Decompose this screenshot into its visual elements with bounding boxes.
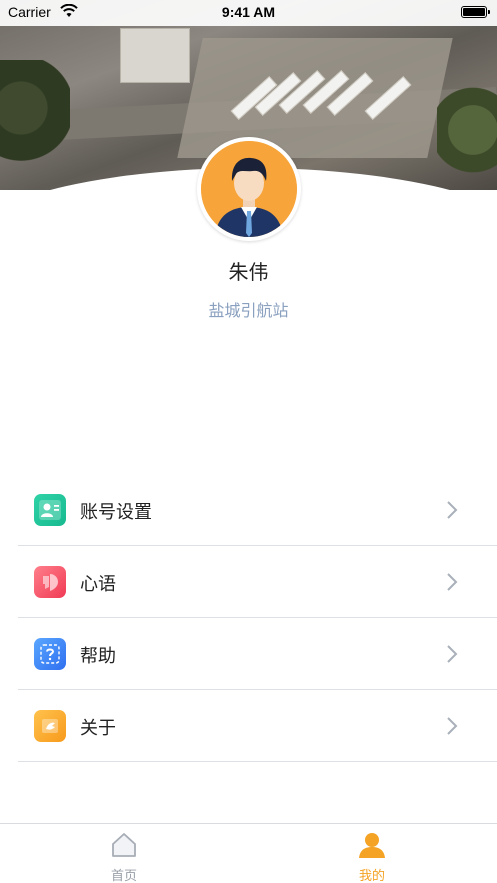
chevron-right-icon — [447, 501, 458, 519]
heart-message-icon — [34, 566, 66, 598]
tab-home[interactable]: 首页 — [0, 824, 248, 883]
status-time: 9:41 AM — [221, 4, 276, 20]
status-bar: Carrier 9:41 AM — [0, 0, 497, 26]
menu-item-about[interactable]: 关于 — [18, 690, 497, 762]
menu-item-account-settings[interactable]: 账号设置 — [18, 474, 497, 546]
tab-home-label: 首页 — [110, 869, 137, 883]
home-icon — [112, 833, 136, 857]
chevron-right-icon — [447, 717, 458, 735]
menu-label-about: 关于 — [80, 718, 116, 739]
menu-item-heart-words[interactable]: 心语 — [18, 546, 497, 618]
chevron-right-icon — [447, 573, 458, 591]
menu-label-account-settings: 账号设置 — [80, 502, 152, 523]
menu-item-help[interactable]: 帮助 — [18, 618, 497, 690]
user-profile-icon — [359, 833, 385, 858]
user-name: 朱伟 — [228, 260, 269, 284]
tab-mine-label: 我的 — [358, 869, 385, 883]
help-question-icon — [34, 638, 66, 670]
user-avatar[interactable] — [197, 137, 301, 241]
chevron-right-icon — [447, 645, 458, 663]
battery-icon — [461, 6, 490, 18]
menu-label-help: 帮助 — [80, 646, 116, 667]
about-info-icon — [34, 710, 66, 742]
menu-label-heart-words: 心语 — [80, 574, 116, 595]
bottom-tab-bar: 首页 我的 — [0, 823, 497, 883]
account-card-icon — [34, 494, 66, 526]
settings-menu: 账号设置 心语 帮助 关于 — [18, 474, 497, 762]
avatar-person-icon — [201, 141, 297, 237]
user-station: 盐城引航站 — [208, 301, 289, 320]
tab-mine[interactable]: 我的 — [248, 824, 496, 883]
